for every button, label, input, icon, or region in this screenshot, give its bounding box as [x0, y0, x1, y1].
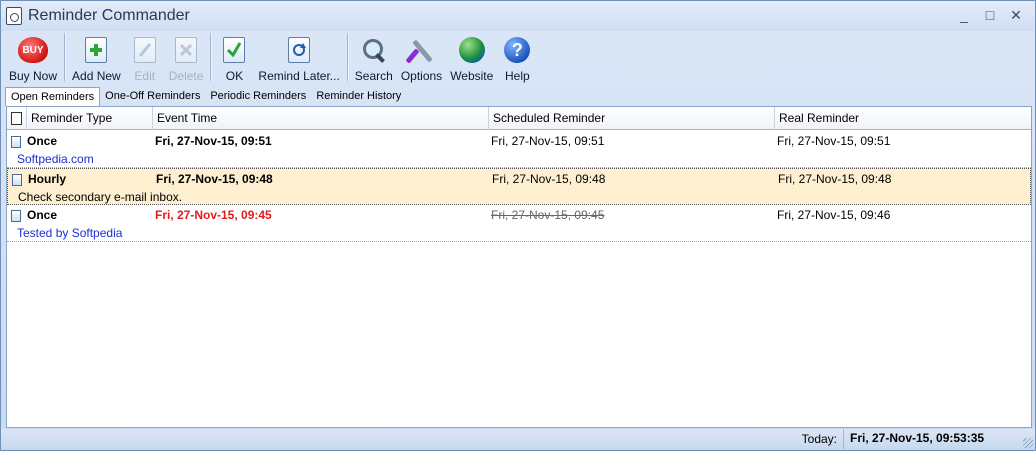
table-row[interactable]: Once Fri, 27-Nov-15, 09:51 Fri, 27-Nov-1… — [7, 131, 1031, 168]
reminder-note: Softpedia.com — [17, 152, 94, 166]
event-time: Fri, 27-Nov-15, 09:51 — [155, 134, 272, 148]
toolbar-separator — [346, 33, 348, 81]
reminder-type: Once — [27, 208, 58, 222]
help-icon: ? — [504, 37, 531, 63]
add-new-button[interactable]: Add New — [68, 31, 125, 85]
reminder-document-icon — [11, 136, 21, 148]
maximize-button[interactable]: □ — [979, 5, 1001, 25]
reminder-note: Check secondary e-mail inbox. — [18, 190, 183, 204]
app-icon — [6, 7, 22, 25]
minimize-button[interactable]: _ — [953, 5, 975, 25]
column-header-event-time[interactable]: Event Time — [153, 107, 489, 130]
website-button[interactable]: Website — [446, 31, 497, 85]
title-bar[interactable]: Reminder Commander _ □ ✕ — [1, 1, 1035, 31]
tab-periodic-reminders[interactable]: Periodic Reminders — [205, 87, 311, 106]
edit-document-icon — [133, 37, 156, 63]
close-button[interactable]: ✕ — [1005, 5, 1027, 25]
reminder-note: Tested by Softpedia — [17, 226, 123, 240]
edit-button[interactable]: Edit — [125, 31, 165, 85]
real-reminder: Fri, 27-Nov-15, 09:51 — [777, 134, 891, 148]
real-reminder: Fri, 27-Nov-15, 09:46 — [777, 208, 891, 222]
tab-one-off-reminders[interactable]: One-Off Reminders — [100, 87, 205, 106]
column-header-scheduled-reminder[interactable]: Scheduled Reminder — [489, 107, 775, 130]
toolbar-separator — [64, 33, 66, 81]
column-header-real-reminder[interactable]: Real Reminder — [775, 107, 1031, 130]
check-document-icon — [223, 37, 246, 63]
scheduled-reminder-passed: Fri, 27-Nov-15, 09:45 — [491, 208, 605, 222]
column-header-reminder-type[interactable]: Reminder Type — [27, 107, 153, 130]
reminder-document-icon — [12, 174, 22, 186]
search-icon — [361, 37, 387, 63]
table-row[interactable]: Once Fri, 27-Nov-15, 09:45 Fri, 27-Nov-1… — [7, 205, 1031, 242]
document-icon — [11, 112, 22, 125]
event-time: Fri, 27-Nov-15, 09:48 — [156, 172, 273, 186]
window-controls: _ □ ✕ — [953, 5, 1027, 25]
resize-grip-icon[interactable] — [1023, 438, 1033, 448]
tab-open-reminders[interactable]: Open Reminders — [5, 87, 101, 106]
real-reminder: Fri, 27-Nov-15, 09:48 — [778, 172, 892, 186]
today-label: Today: — [801, 432, 837, 446]
table-row-selected[interactable]: Hourly Fri, 27-Nov-15, 09:48 Fri, 27-Nov… — [7, 168, 1031, 205]
delete-button[interactable]: Delete — [165, 31, 208, 85]
tab-strip: Open Reminders One-Off Reminders Periodi… — [5, 87, 406, 106]
tab-reminder-history[interactable]: Reminder History — [311, 87, 406, 106]
delete-document-icon — [175, 37, 198, 63]
buy-heart-icon: BUY — [18, 37, 49, 63]
ok-button[interactable]: OK — [214, 31, 254, 85]
window-title: Reminder Commander — [28, 7, 190, 24]
refresh-document-icon — [288, 37, 311, 63]
reminder-document-icon — [11, 210, 21, 222]
globe-icon — [458, 37, 485, 63]
buy-now-button[interactable]: BUY Buy Now — [5, 31, 61, 85]
scheduled-reminder: Fri, 27-Nov-15, 09:48 — [492, 172, 606, 186]
help-button[interactable]: ? Help — [497, 31, 537, 85]
icon-column-header[interactable] — [7, 107, 27, 130]
toolbar-separator — [210, 33, 212, 81]
toolbar: BUY Buy Now Add New Edit Delete OK Remin… — [5, 31, 1033, 87]
search-button[interactable]: Search — [351, 31, 397, 85]
status-bar: Today: Fri, 27-Nov-15, 09:53:35 — [1, 429, 1035, 450]
reminder-grid[interactable]: Reminder Type Event Time Scheduled Remin… — [6, 106, 1032, 428]
grid-header: Reminder Type Event Time Scheduled Remin… — [7, 107, 1031, 130]
reminder-type: Once — [27, 134, 58, 148]
remind-later-button[interactable]: Remind Later... — [254, 31, 343, 85]
app-window: Reminder Commander _ □ ✕ BUY Buy Now Add… — [0, 0, 1036, 451]
options-wrench-icon — [408, 36, 436, 64]
today-value: Fri, 27-Nov-15, 09:53:35 — [843, 429, 1021, 449]
add-document-icon — [85, 37, 108, 63]
event-time-overdue: Fri, 27-Nov-15, 09:45 — [155, 208, 272, 222]
scheduled-reminder: Fri, 27-Nov-15, 09:51 — [491, 134, 605, 148]
reminder-type: Hourly — [28, 172, 67, 186]
options-button[interactable]: Options — [397, 31, 446, 85]
